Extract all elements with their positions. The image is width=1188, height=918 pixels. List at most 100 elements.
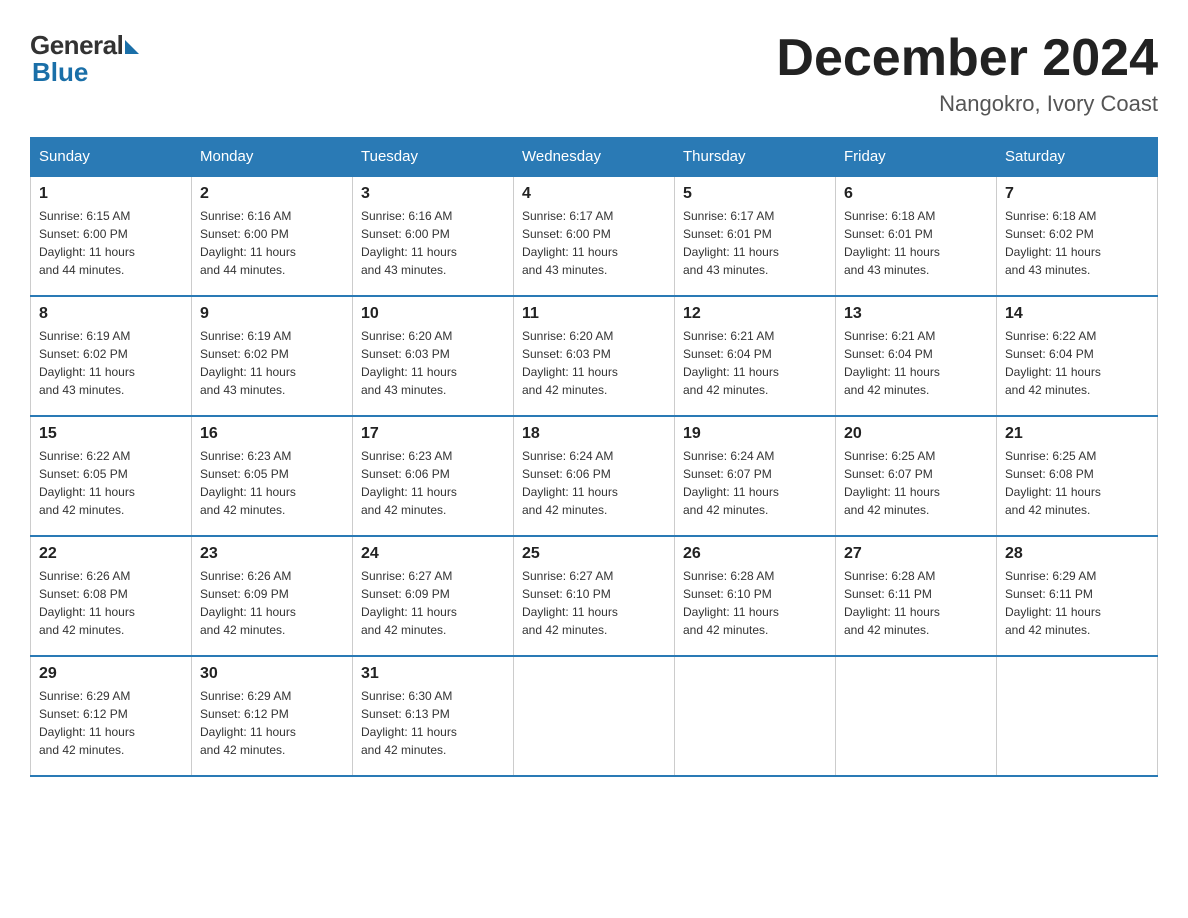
day-info: Sunrise: 6:27 AMSunset: 6:09 PMDaylight:… xyxy=(361,569,457,637)
day-number: 21 xyxy=(1005,425,1149,443)
day-number: 10 xyxy=(361,305,505,323)
day-info: Sunrise: 6:17 AMSunset: 6:01 PMDaylight:… xyxy=(683,209,779,277)
calendar-cell: 16 Sunrise: 6:23 AMSunset: 6:05 PMDaylig… xyxy=(192,416,353,536)
day-info: Sunrise: 6:28 AMSunset: 6:10 PMDaylight:… xyxy=(683,569,779,637)
day-info: Sunrise: 6:19 AMSunset: 6:02 PMDaylight:… xyxy=(39,329,135,397)
calendar-cell: 4 Sunrise: 6:17 AMSunset: 6:00 PMDayligh… xyxy=(514,176,675,296)
day-number: 22 xyxy=(39,545,183,563)
calendar-cell: 22 Sunrise: 6:26 AMSunset: 6:08 PMDaylig… xyxy=(31,536,192,656)
calendar-cell: 21 Sunrise: 6:25 AMSunset: 6:08 PMDaylig… xyxy=(997,416,1158,536)
day-number: 18 xyxy=(522,425,666,443)
calendar-cell: 25 Sunrise: 6:27 AMSunset: 6:10 PMDaylig… xyxy=(514,536,675,656)
calendar-cell: 19 Sunrise: 6:24 AMSunset: 6:07 PMDaylig… xyxy=(675,416,836,536)
day-number: 19 xyxy=(683,425,827,443)
calendar-cell: 11 Sunrise: 6:20 AMSunset: 6:03 PMDaylig… xyxy=(514,296,675,416)
day-info: Sunrise: 6:20 AMSunset: 6:03 PMDaylight:… xyxy=(522,329,618,397)
calendar-week-row: 8 Sunrise: 6:19 AMSunset: 6:02 PMDayligh… xyxy=(31,296,1158,416)
calendar-cell: 12 Sunrise: 6:21 AMSunset: 6:04 PMDaylig… xyxy=(675,296,836,416)
day-info: Sunrise: 6:17 AMSunset: 6:00 PMDaylight:… xyxy=(522,209,618,277)
day-info: Sunrise: 6:24 AMSunset: 6:06 PMDaylight:… xyxy=(522,449,618,517)
day-info: Sunrise: 6:28 AMSunset: 6:11 PMDaylight:… xyxy=(844,569,940,637)
calendar-week-row: 29 Sunrise: 6:29 AMSunset: 6:12 PMDaylig… xyxy=(31,656,1158,776)
calendar-cell xyxy=(675,656,836,776)
calendar-cell: 8 Sunrise: 6:19 AMSunset: 6:02 PMDayligh… xyxy=(31,296,192,416)
calendar-cell: 30 Sunrise: 6:29 AMSunset: 6:12 PMDaylig… xyxy=(192,656,353,776)
calendar-week-row: 15 Sunrise: 6:22 AMSunset: 6:05 PMDaylig… xyxy=(31,416,1158,536)
page-header: General Blue December 2024 Nangokro, Ivo… xyxy=(30,30,1158,117)
calendar-cell: 7 Sunrise: 6:18 AMSunset: 6:02 PMDayligh… xyxy=(997,176,1158,296)
calendar-table: SundayMondayTuesdayWednesdayThursdayFrid… xyxy=(30,137,1158,777)
day-info: Sunrise: 6:29 AMSunset: 6:12 PMDaylight:… xyxy=(200,689,296,757)
day-info: Sunrise: 6:21 AMSunset: 6:04 PMDaylight:… xyxy=(683,329,779,397)
column-header-tuesday: Tuesday xyxy=(353,138,514,177)
calendar-cell: 6 Sunrise: 6:18 AMSunset: 6:01 PMDayligh… xyxy=(836,176,997,296)
day-number: 12 xyxy=(683,305,827,323)
calendar-cell: 3 Sunrise: 6:16 AMSunset: 6:00 PMDayligh… xyxy=(353,176,514,296)
title-section: December 2024 Nangokro, Ivory Coast xyxy=(776,30,1158,117)
column-header-monday: Monday xyxy=(192,138,353,177)
column-header-sunday: Sunday xyxy=(31,138,192,177)
day-number: 7 xyxy=(1005,185,1149,203)
day-number: 2 xyxy=(200,185,344,203)
calendar-cell: 28 Sunrise: 6:29 AMSunset: 6:11 PMDaylig… xyxy=(997,536,1158,656)
logo-blue-text: Blue xyxy=(32,57,139,88)
day-number: 25 xyxy=(522,545,666,563)
day-info: Sunrise: 6:20 AMSunset: 6:03 PMDaylight:… xyxy=(361,329,457,397)
day-number: 20 xyxy=(844,425,988,443)
calendar-week-row: 1 Sunrise: 6:15 AMSunset: 6:00 PMDayligh… xyxy=(31,176,1158,296)
day-info: Sunrise: 6:29 AMSunset: 6:11 PMDaylight:… xyxy=(1005,569,1101,637)
day-info: Sunrise: 6:15 AMSunset: 6:00 PMDaylight:… xyxy=(39,209,135,277)
day-info: Sunrise: 6:30 AMSunset: 6:13 PMDaylight:… xyxy=(361,689,457,757)
calendar-cell: 18 Sunrise: 6:24 AMSunset: 6:06 PMDaylig… xyxy=(514,416,675,536)
day-number: 23 xyxy=(200,545,344,563)
day-number: 3 xyxy=(361,185,505,203)
column-header-saturday: Saturday xyxy=(997,138,1158,177)
calendar-cell: 9 Sunrise: 6:19 AMSunset: 6:02 PMDayligh… xyxy=(192,296,353,416)
day-info: Sunrise: 6:25 AMSunset: 6:07 PMDaylight:… xyxy=(844,449,940,517)
day-number: 14 xyxy=(1005,305,1149,323)
month-year-title: December 2024 xyxy=(776,30,1158,87)
calendar-week-row: 22 Sunrise: 6:26 AMSunset: 6:08 PMDaylig… xyxy=(31,536,1158,656)
calendar-cell: 10 Sunrise: 6:20 AMSunset: 6:03 PMDaylig… xyxy=(353,296,514,416)
calendar-cell: 29 Sunrise: 6:29 AMSunset: 6:12 PMDaylig… xyxy=(31,656,192,776)
day-info: Sunrise: 6:19 AMSunset: 6:02 PMDaylight:… xyxy=(200,329,296,397)
logo: General Blue xyxy=(30,30,139,88)
day-number: 8 xyxy=(39,305,183,323)
day-info: Sunrise: 6:27 AMSunset: 6:10 PMDaylight:… xyxy=(522,569,618,637)
day-info: Sunrise: 6:16 AMSunset: 6:00 PMDaylight:… xyxy=(200,209,296,277)
day-info: Sunrise: 6:23 AMSunset: 6:05 PMDaylight:… xyxy=(200,449,296,517)
calendar-cell: 5 Sunrise: 6:17 AMSunset: 6:01 PMDayligh… xyxy=(675,176,836,296)
day-number: 16 xyxy=(200,425,344,443)
calendar-cell: 27 Sunrise: 6:28 AMSunset: 6:11 PMDaylig… xyxy=(836,536,997,656)
day-info: Sunrise: 6:22 AMSunset: 6:04 PMDaylight:… xyxy=(1005,329,1101,397)
day-info: Sunrise: 6:18 AMSunset: 6:01 PMDaylight:… xyxy=(844,209,940,277)
day-info: Sunrise: 6:26 AMSunset: 6:09 PMDaylight:… xyxy=(200,569,296,637)
day-number: 9 xyxy=(200,305,344,323)
day-number: 1 xyxy=(39,185,183,203)
day-number: 4 xyxy=(522,185,666,203)
calendar-cell xyxy=(836,656,997,776)
day-number: 31 xyxy=(361,665,505,683)
day-number: 5 xyxy=(683,185,827,203)
day-number: 26 xyxy=(683,545,827,563)
day-info: Sunrise: 6:23 AMSunset: 6:06 PMDaylight:… xyxy=(361,449,457,517)
day-number: 30 xyxy=(200,665,344,683)
day-number: 11 xyxy=(522,305,666,323)
location-subtitle: Nangokro, Ivory Coast xyxy=(776,91,1158,117)
calendar-cell: 13 Sunrise: 6:21 AMSunset: 6:04 PMDaylig… xyxy=(836,296,997,416)
day-number: 29 xyxy=(39,665,183,683)
day-number: 17 xyxy=(361,425,505,443)
day-number: 6 xyxy=(844,185,988,203)
column-header-wednesday: Wednesday xyxy=(514,138,675,177)
day-info: Sunrise: 6:29 AMSunset: 6:12 PMDaylight:… xyxy=(39,689,135,757)
column-header-thursday: Thursday xyxy=(675,138,836,177)
day-info: Sunrise: 6:24 AMSunset: 6:07 PMDaylight:… xyxy=(683,449,779,517)
day-number: 13 xyxy=(844,305,988,323)
calendar-cell xyxy=(514,656,675,776)
day-number: 28 xyxy=(1005,545,1149,563)
calendar-cell: 14 Sunrise: 6:22 AMSunset: 6:04 PMDaylig… xyxy=(997,296,1158,416)
calendar-cell: 24 Sunrise: 6:27 AMSunset: 6:09 PMDaylig… xyxy=(353,536,514,656)
calendar-cell: 31 Sunrise: 6:30 AMSunset: 6:13 PMDaylig… xyxy=(353,656,514,776)
calendar-cell: 15 Sunrise: 6:22 AMSunset: 6:05 PMDaylig… xyxy=(31,416,192,536)
calendar-header-row: SundayMondayTuesdayWednesdayThursdayFrid… xyxy=(31,138,1158,177)
